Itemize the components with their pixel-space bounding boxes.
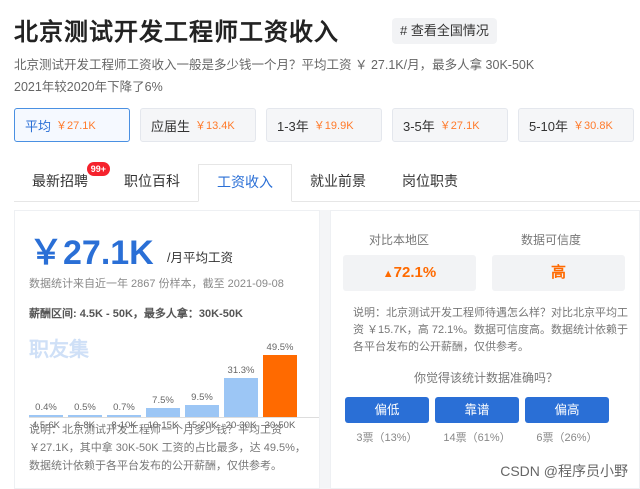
comparison-card: 对比本地区 数据可信度 ▲72.1% 高 说明：北京测试开发工程师待遇怎么样？对…: [330, 210, 640, 489]
vote-high-count: 6票（26%）: [536, 432, 598, 444]
description-line-2: 2021年较2020年下降了6%: [14, 80, 163, 94]
experience-filter: 平均 ￥27.1K 应届生 ￥13.4K 1-3年 ￥19.9K 3-5年 ￥2…: [14, 108, 634, 142]
salary-unit: /月平均工资: [167, 251, 233, 265]
vote-high-button[interactable]: 偏高: [525, 397, 609, 423]
salary-panel: ￥27.1K /月平均工资 数据统计来自近一年 2867 份样本，截至 2021…: [14, 210, 640, 489]
chart-bar: [263, 355, 297, 417]
tab-duties[interactable]: 岗位职责: [384, 164, 476, 201]
compare-note: 说明：北京测试开发工程师待遇怎么样？对比北京平均工资 ￥15.7K，高 72.1…: [353, 307, 629, 353]
bar-value-label: 49.5%: [266, 342, 294, 353]
vote-accurate-button[interactable]: 靠谱: [435, 397, 519, 423]
description-line-1: 北京测试开发工程师工资收入一般是多少钱一个月？平均工资 ￥ 27.1K/月，最多…: [14, 58, 535, 72]
exp-label: 应届生: [151, 118, 191, 134]
bar-value-label: 0.7%: [113, 402, 135, 413]
trust-label: 数据可信度: [521, 233, 582, 247]
exp-amount: ￥19.9K: [313, 120, 354, 132]
exp-amount: ￥27.1K: [439, 120, 480, 132]
tab-label: 最新招聘: [32, 173, 88, 189]
exp-card-3-5[interactable]: 3-5年 ￥27.1K: [392, 108, 508, 142]
exp-amount: ￥27.1K: [56, 120, 96, 132]
bar-value-label: 31.3%: [227, 364, 255, 376]
tab-salary[interactable]: 工资收入: [198, 164, 292, 202]
tab-label: 岗位职责: [402, 173, 458, 189]
bar-value-label: 0.4%: [35, 402, 57, 413]
tab-label: 职位百科: [124, 173, 180, 189]
chart-bar: [224, 377, 258, 417]
tab-latest-jobs[interactable]: 最新招聘 99+: [14, 162, 110, 201]
section-tabs: 最新招聘 99+ 职位百科 工资收入 就业前景 岗位职责: [14, 162, 640, 202]
tab-label: 就业前景: [310, 173, 366, 189]
chart-bar: [29, 415, 63, 417]
exp-card-graduate[interactable]: 应届生 ￥13.4K: [140, 108, 256, 142]
local-compare-label: 对比本地区: [369, 233, 430, 247]
salary-range: 薪酬区间: 4.5K - 50K，最多人拿：30K-50K: [29, 308, 243, 320]
local-compare-value: ▲72.1%: [343, 255, 476, 291]
vote-accurate-count: 14票（61%）: [443, 432, 511, 444]
tab-job-wiki[interactable]: 职位百科: [106, 164, 198, 201]
tab-label: 工资收入: [217, 174, 273, 190]
bar-value-label: 0.5%: [74, 402, 96, 413]
local-percent: 72.1%: [393, 264, 437, 281]
exp-label: 3-5年: [403, 118, 435, 134]
salary-distribution-chart: 0.4% 4.5-6K 0.5% 6-8K 0.7% 8-10K 7.5% 10-15K 9.5…: [29, 321, 319, 431]
salary-footnote: 说明：北京测试开发工程师一个月多少钱？平均工资 ￥27.1K，其中拿 30K-5…: [29, 424, 306, 472]
sample-note: 数据统计来自近一年 2867 份样本，截至 2021-09-08: [29, 278, 284, 290]
salary-page: 北京测试开发工程师工资收入 # 查看全国情况 北京测试开发工程师工资收入一般是多…: [0, 0, 640, 489]
arrow-up-icon: ▲: [382, 268, 394, 280]
chart-bar: [185, 405, 219, 417]
exp-amount: ￥30.8K: [573, 120, 613, 132]
chart-bar: [146, 407, 180, 417]
tab-prospects[interactable]: 就业前景: [292, 164, 384, 201]
exp-card-1-3[interactable]: 1-3年 ￥19.9K: [266, 108, 382, 142]
view-national-link[interactable]: # 查看全国情况: [392, 18, 497, 44]
average-salary: ￥27.1K: [29, 234, 154, 272]
vote-low-count: 3票（13%）: [356, 432, 418, 444]
vote-low-button[interactable]: 偏低: [345, 397, 429, 423]
exp-label: 5-10年: [529, 118, 569, 134]
accuracy-question: 你觉得该统计数据准确吗？: [413, 371, 558, 385]
trust-value: 高: [492, 255, 625, 291]
csdn-watermark: CSDN @程序员小野: [500, 463, 628, 479]
exp-card-average[interactable]: 平均 ￥27.1K: [14, 108, 130, 142]
exp-card-5-10[interactable]: 5-10年 ￥30.8K: [518, 108, 634, 142]
exp-label: 平均: [25, 118, 52, 134]
bar-value-label: 9.5%: [191, 392, 213, 404]
exp-label: 1-3年: [277, 118, 309, 134]
salary-description: 北京测试开发工程师工资收入一般是多少钱一个月？平均工资 ￥ 27.1K/月，最多…: [14, 54, 614, 98]
chart-baseline: [29, 417, 319, 418]
chart-bar: [107, 415, 141, 417]
exp-amount: ￥13.4K: [195, 120, 235, 132]
salary-summary-card: ￥27.1K /月平均工资 数据统计来自近一年 2867 份样本，截至 2021…: [14, 210, 320, 489]
bar-value-label: 7.5%: [152, 394, 174, 406]
chart-bar: [68, 415, 102, 417]
page-title: 北京测试开发工程师工资收入: [14, 19, 339, 46]
